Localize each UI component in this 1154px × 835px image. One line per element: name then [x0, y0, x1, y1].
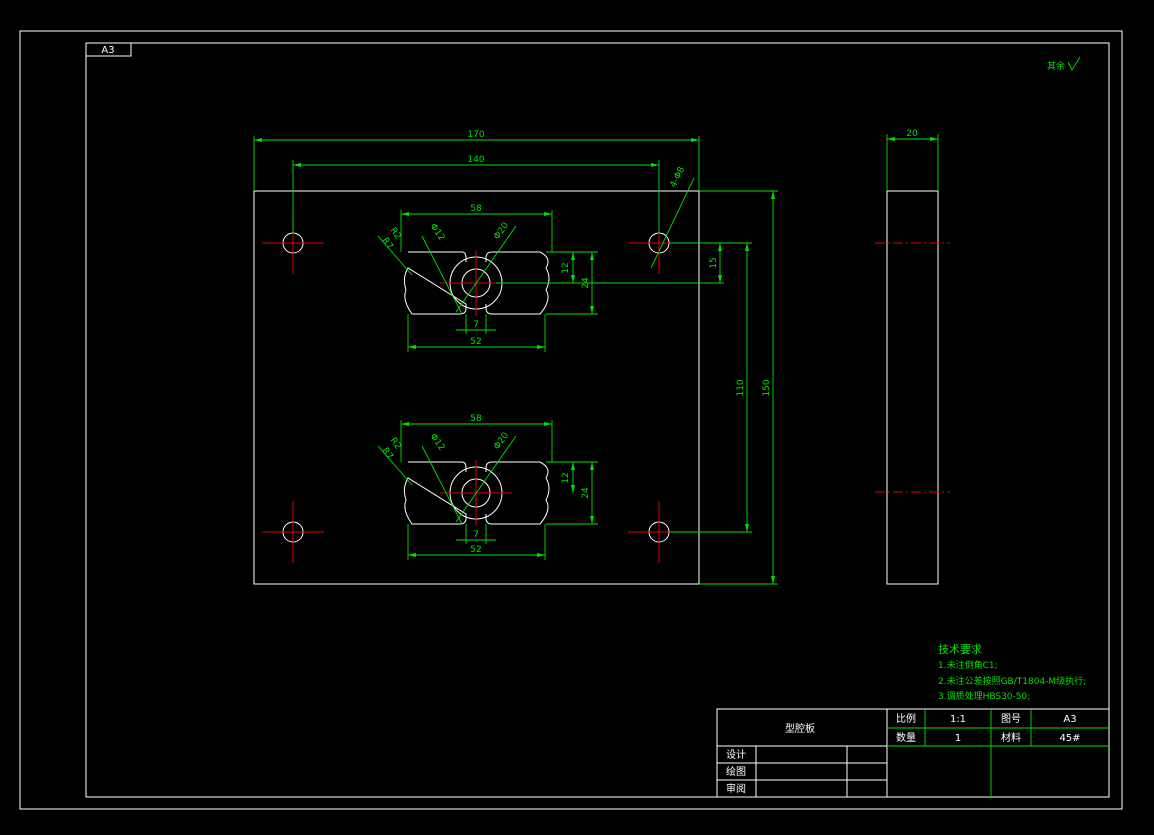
top-dim-d20: Φ20 — [492, 221, 511, 242]
design-label: 设计 — [726, 748, 746, 761]
bottom-dim-d20: Φ20 — [492, 431, 511, 452]
format-label: A3 — [101, 45, 114, 56]
part-name: 型腔板 — [785, 722, 815, 735]
roughness-note: 其余 — [1047, 60, 1065, 72]
tech-req-item-1: 1.未注倒角C1; — [938, 659, 998, 671]
draw-label: 绘图 — [726, 765, 746, 778]
bottom-dim-7: 7 — [473, 530, 479, 540]
dim-20 — [886, 134, 939, 191]
dim-140 — [292, 160, 660, 233]
top-dim-12: 12 — [561, 262, 571, 273]
roughness-symbol-icon — [1067, 56, 1081, 71]
material-label: 材料 — [1001, 731, 1021, 744]
tech-req-item-3: 3.调质处理HBS30-50; — [938, 690, 1030, 702]
dims-cavity-bottom — [377, 420, 598, 560]
bottom-dim-58: 58 — [470, 414, 482, 424]
bottom-dim-12: 12 — [561, 472, 571, 483]
side-view-outline — [886, 190, 939, 585]
qty-value: 1 — [955, 733, 961, 744]
top-dim-7: 7 — [473, 320, 479, 330]
top-dim-24: 24 — [581, 277, 591, 289]
top-dim-58: 58 — [470, 204, 482, 214]
dim-hole-note: 4-Φ8 — [669, 165, 688, 189]
tech-req-item-2: 2.未注公差按照GB/T1804-M级执行; — [938, 675, 1086, 687]
tech-req-title: 技术要求 — [938, 643, 982, 656]
top-dim-d12: Φ12 — [428, 222, 447, 243]
scale-value: 1:1 — [950, 714, 966, 725]
bottom-dim-24: 24 — [581, 487, 591, 499]
dim-140-label: 140 — [467, 155, 484, 165]
drawing-no-label: 图号 — [1001, 713, 1021, 725]
scale-label: 比例 — [896, 712, 916, 725]
dim-110-label: 110 — [736, 379, 746, 396]
dim-15-label: 15 — [709, 257, 719, 268]
cad-drawing: A3 其余 170 140 4-Φ8 150 110 15 58 52 7 12… — [19, 30, 1123, 810]
dim-20-label: 20 — [906, 129, 918, 139]
bottom-dim-d12: Φ12 — [428, 432, 447, 453]
cavity-top — [403, 250, 724, 316]
top-dim-52: 52 — [470, 337, 481, 347]
dims-cavity-top — [377, 210, 598, 352]
drawing-no-value: A3 — [1063, 714, 1076, 725]
material-value: 45# — [1059, 733, 1080, 744]
dim-170-label: 170 — [467, 130, 484, 140]
review-label: 审阅 — [726, 782, 746, 795]
qty-label: 数量 — [896, 731, 916, 744]
corner-hole-bl — [262, 501, 324, 563]
bottom-dim-52: 52 — [470, 545, 481, 555]
dim-150-label: 150 — [762, 379, 772, 396]
